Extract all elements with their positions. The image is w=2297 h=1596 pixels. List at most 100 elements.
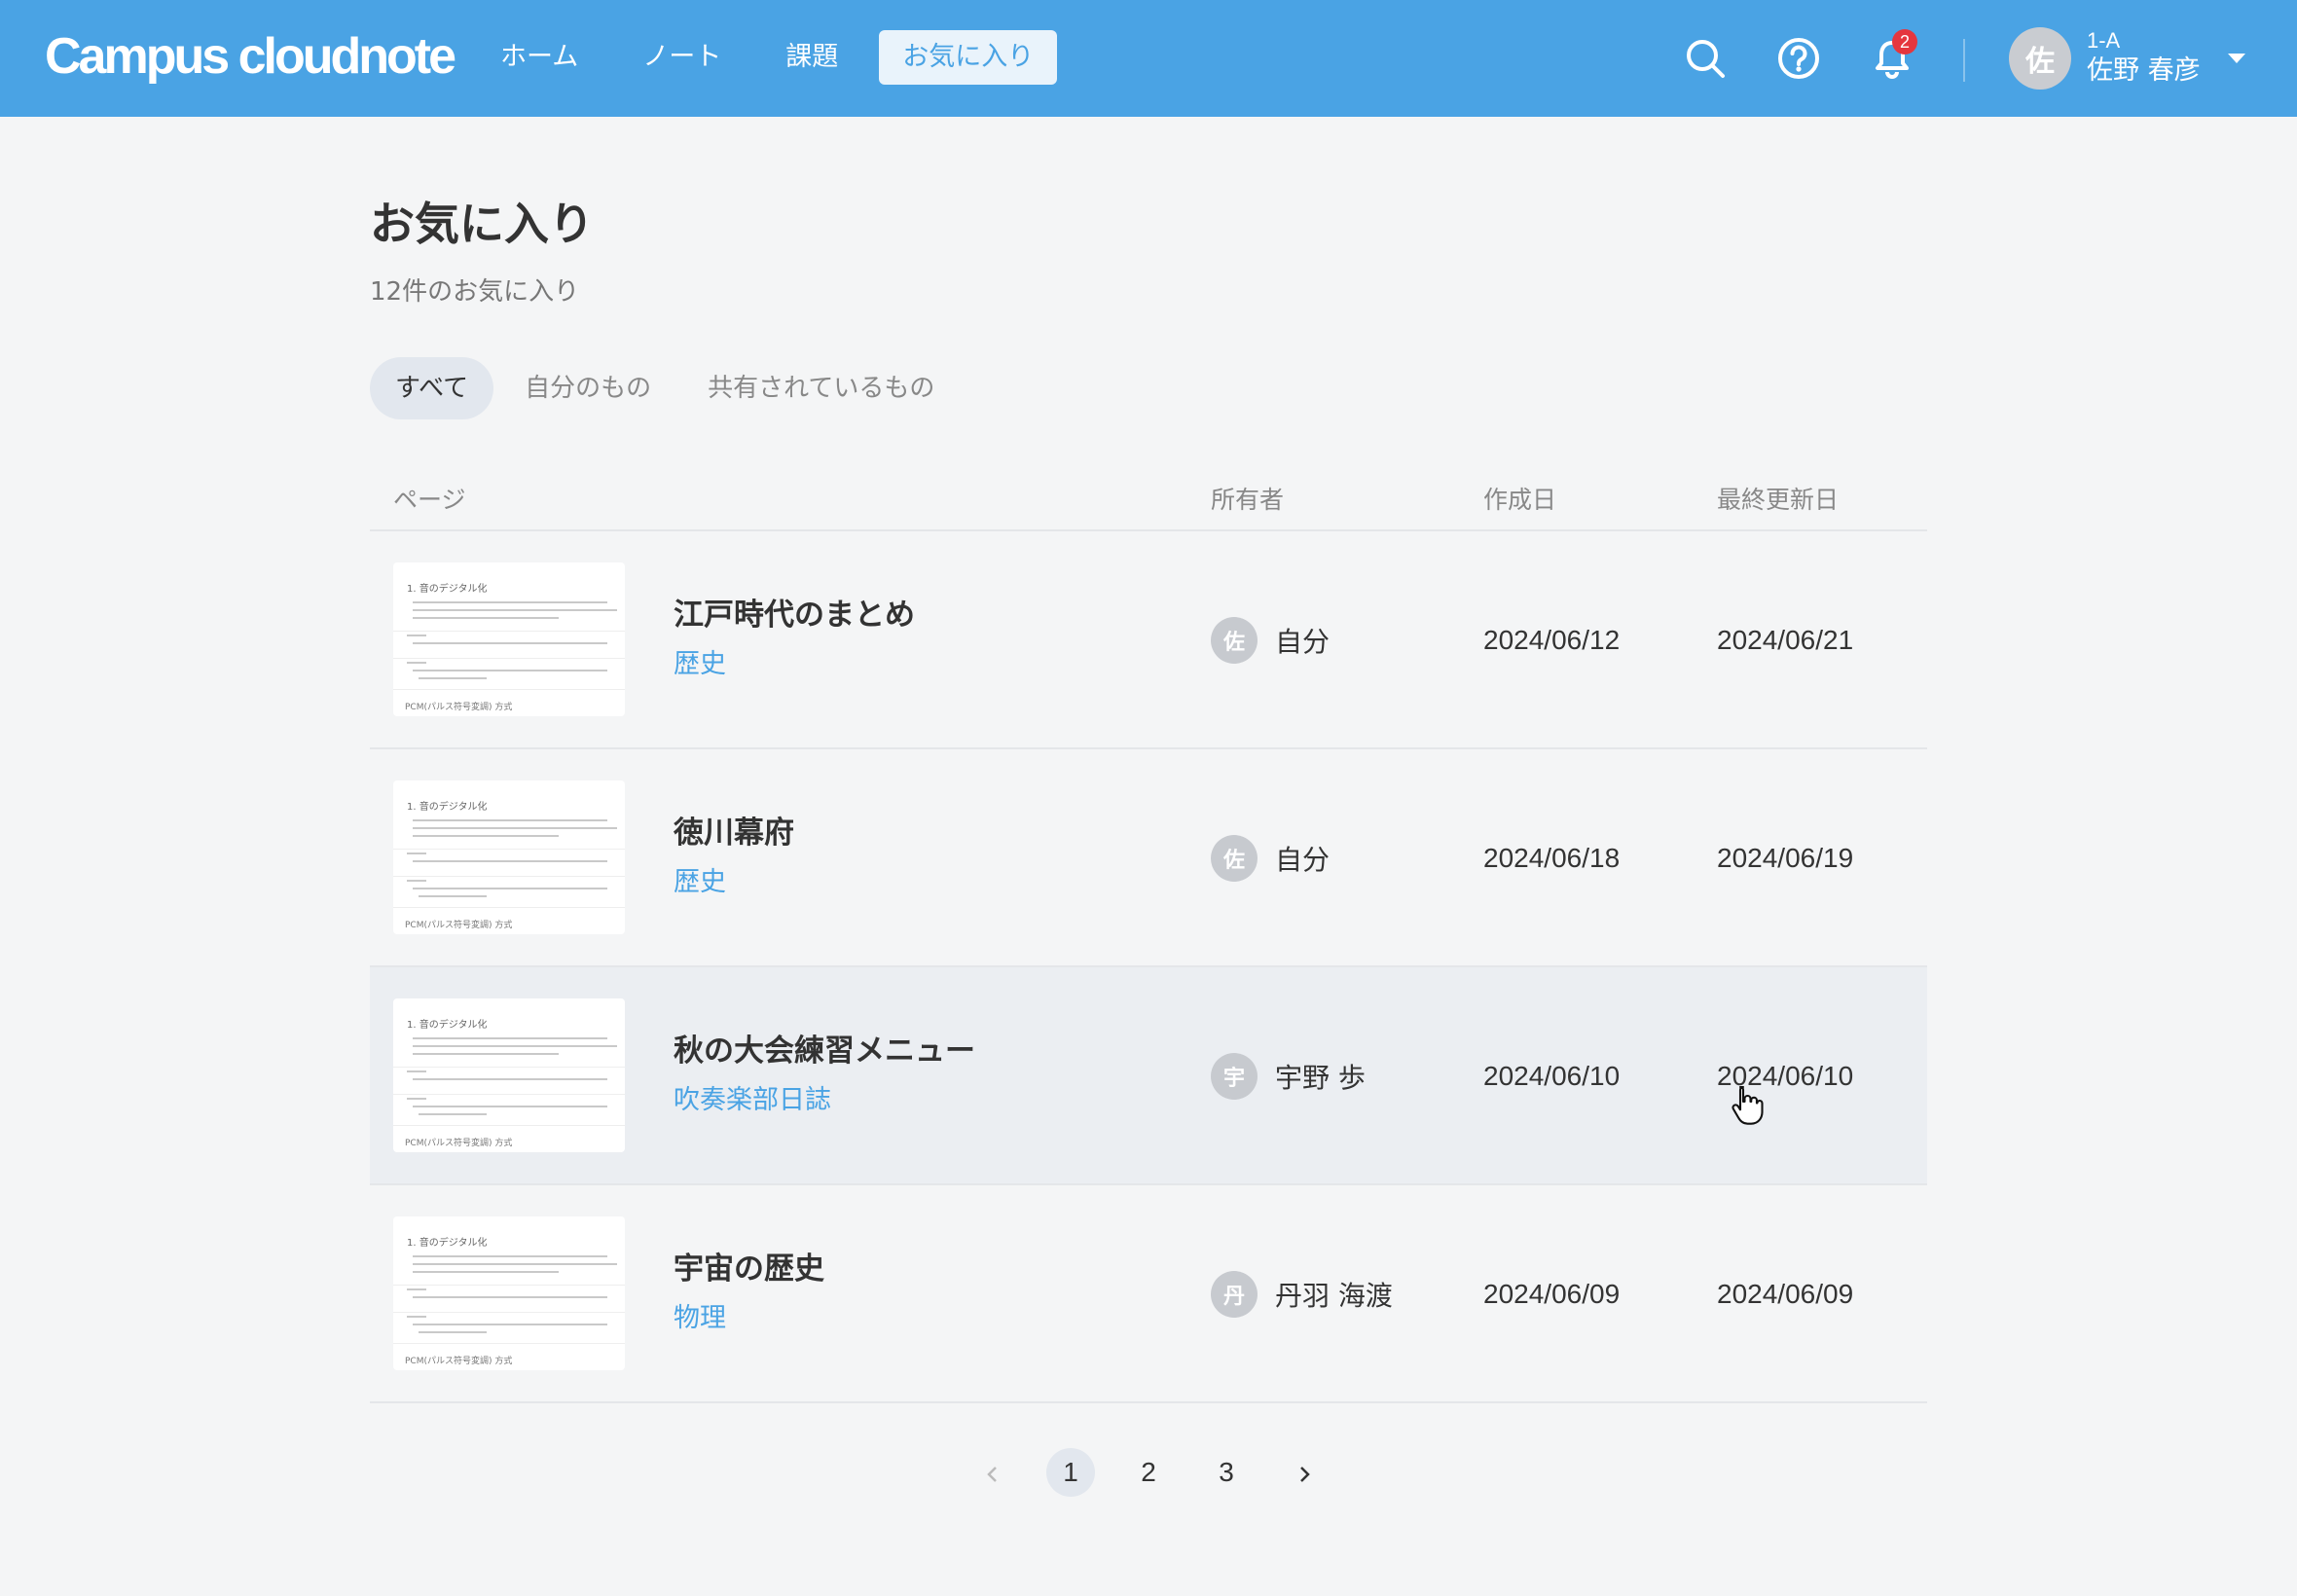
help-button[interactable] — [1771, 31, 1826, 86]
table-body: 1. 音のデジタル化 PCM(パルス符号変調) 方式 江戸時代のまとめ 歴史 佐… — [370, 531, 1927, 1403]
prev-page-button[interactable] — [968, 1448, 1017, 1497]
page-title: お気に入り — [370, 198, 594, 250]
page-1[interactable]: 1 — [1046, 1448, 1095, 1497]
column-page[interactable]: ページ — [393, 481, 466, 516]
thumbnail-rule — [393, 1312, 625, 1313]
thumbnail-text-line — [413, 1324, 607, 1325]
notebook-link[interactable]: 歴史 — [674, 864, 726, 901]
thumbnail-text-line — [419, 1113, 487, 1115]
page-3[interactable]: 3 — [1202, 1448, 1251, 1497]
thumbnail-rule — [393, 1343, 625, 1344]
thumbnail-text-line — [413, 1106, 607, 1107]
note-title[interactable]: 秋の大会練習メニュー — [674, 1030, 975, 1072]
top-bar: Campus cloudnote ホーム ノート 課題 お気に入り 2 佐 1-… — [0, 0, 2297, 117]
thumbnail-text-line — [413, 827, 617, 829]
thumbnail-rule — [393, 907, 625, 908]
note-thumbnail[interactable]: 1. 音のデジタル化 PCM(パルス符号変調) 方式 — [393, 780, 625, 934]
main-nav: ホーム ノート 課題 お気に入り — [477, 29, 1075, 86]
thumbnail-text-line — [407, 1288, 426, 1290]
thumbnail-text-line — [419, 895, 487, 897]
table-row[interactable]: 1. 音のデジタル化 PCM(パルス符号変調) 方式 徳川幕府 歴史 佐 自分 … — [370, 749, 1927, 967]
table-row[interactable]: 1. 音のデジタル化 PCM(パルス符号変調) 方式 秋の大会練習メニュー 吹奏… — [370, 967, 1927, 1185]
created-date: 2024/06/12 — [1483, 625, 1621, 655]
created-date: 2024/06/18 — [1483, 843, 1621, 873]
thumbnail-text-line — [413, 1263, 617, 1265]
owner-name: 自分 — [1275, 844, 1331, 876]
thumbnail-text-line — [413, 1271, 559, 1273]
thumbnail-title: 1. 音のデジタル化 — [407, 1238, 488, 1249]
note-title[interactable]: 宇宙の歴史 — [674, 1248, 824, 1290]
thumbnail-text-line — [407, 662, 426, 664]
table-row[interactable]: 1. 音のデジタル化 PCM(パルス符号変調) 方式 江戸時代のまとめ 歴史 佐… — [370, 531, 1927, 749]
thumbnail-text-line — [413, 1053, 559, 1055]
thumbnail-text-line — [407, 880, 426, 882]
owner-avatar: 佐 — [1211, 835, 1258, 882]
updated-date: 2024/06/21 — [1717, 625, 1854, 655]
thumbnail-text-line — [407, 1098, 426, 1100]
notifications-button[interactable]: 2 — [1865, 29, 1919, 86]
favorites-count: 12件のお気に入り — [370, 277, 580, 307]
thumbnail-text-line — [407, 1070, 426, 1072]
notification-badge: 2 — [1892, 29, 1917, 54]
owner-avatar: 宇 — [1211, 1053, 1258, 1100]
note-thumbnail[interactable]: 1. 音のデジタル化 PCM(パルス符号変調) 方式 — [393, 1216, 625, 1370]
logo[interactable]: Campus cloudnote — [45, 25, 456, 88]
notebook-link[interactable]: 物理 — [674, 1300, 726, 1337]
user-menu[interactable]: 佐 1-A 佐野 春彦 — [2009, 26, 2245, 91]
thumbnail-text-line — [413, 860, 607, 862]
user-class: 1-A — [2087, 28, 2121, 53]
chevron-right-icon — [1300, 1466, 1310, 1482]
owner: 宇 宇野 歩 — [1211, 1053, 1366, 1100]
owner-name: 丹羽 海渡 — [1275, 1280, 1393, 1312]
thumbnail-text-line — [413, 642, 607, 644]
favorites-table: ページ 所有者 作成日 最終更新日 1. 音のデジタル化 PCM(パルス符号変調… — [370, 467, 1927, 1403]
owner-avatar: 佐 — [1211, 617, 1258, 664]
notebook-link[interactable]: 歴史 — [674, 646, 726, 683]
column-created[interactable]: 作成日 — [1483, 481, 1556, 516]
filter-tabs: すべて 自分のもの 共有されているもの — [370, 357, 966, 419]
filter-shared[interactable]: 共有されているもの — [682, 357, 960, 419]
thumbnail-rule — [393, 876, 625, 877]
thumbnail-rule — [393, 658, 625, 659]
nav-favorites[interactable]: お気に入り — [879, 30, 1058, 85]
created-date: 2024/06/09 — [1483, 1279, 1621, 1309]
nav-notes[interactable]: ノート — [619, 30, 745, 85]
thumbnail-text-line — [413, 835, 559, 837]
thumbnail-footer: PCM(パルス符号変調) 方式 — [405, 703, 513, 712]
thumbnail-text-line — [413, 1037, 607, 1039]
user-name: 佐野 春彦 — [2087, 55, 2201, 86]
owner: 佐 自分 — [1211, 835, 1330, 882]
column-owner[interactable]: 所有者 — [1211, 481, 1284, 516]
thumbnail-text-line — [407, 852, 426, 854]
thumbnail-rule — [393, 631, 625, 632]
thumbnail-text-line — [413, 601, 607, 603]
thumbnail-text-line — [413, 888, 607, 889]
thumbnail-title: 1. 音のデジタル化 — [407, 1020, 488, 1031]
chevron-down-icon — [2227, 54, 2245, 63]
filter-mine[interactable]: 自分のもの — [499, 357, 676, 419]
page-2[interactable]: 2 — [1124, 1448, 1173, 1497]
table-row[interactable]: 1. 音のデジタル化 PCM(パルス符号変調) 方式 宇宙の歴史 物理 丹 丹羽… — [370, 1185, 1927, 1403]
pagination: 1 2 3 — [0, 1448, 2297, 1499]
table-header: ページ 所有者 作成日 最終更新日 — [370, 467, 1927, 531]
notebook-link[interactable]: 吹奏楽部日誌 — [674, 1082, 831, 1119]
nav-home[interactable]: ホーム — [477, 30, 602, 85]
thumbnail-rule — [393, 1067, 625, 1068]
search-button[interactable] — [1678, 31, 1732, 86]
thumbnail-rule — [393, 689, 625, 690]
filter-all[interactable]: すべて — [370, 357, 494, 419]
note-thumbnail[interactable]: 1. 音のデジタル化 PCM(パルス符号変調) 方式 — [393, 998, 625, 1152]
note-title[interactable]: 江戸時代のまとめ — [674, 594, 915, 636]
note-title[interactable]: 徳川幕府 — [674, 812, 794, 854]
owner-avatar: 丹 — [1211, 1271, 1258, 1318]
user-info: 1-A 佐野 春彦 — [2087, 28, 2201, 89]
owner: 丹 丹羽 海渡 — [1211, 1271, 1393, 1318]
thumbnail-text-line — [413, 617, 559, 619]
owner-name: 宇野 歩 — [1275, 1062, 1366, 1094]
column-updated[interactable]: 最終更新日 — [1717, 481, 1839, 516]
thumbnail-text-line — [413, 1045, 617, 1047]
next-page-button[interactable] — [1280, 1448, 1329, 1497]
updated-date: 2024/06/19 — [1717, 843, 1854, 873]
note-thumbnail[interactable]: 1. 音のデジタル化 PCM(パルス符号変調) 方式 — [393, 562, 625, 716]
nav-assignments[interactable]: 課題 — [762, 30, 861, 85]
